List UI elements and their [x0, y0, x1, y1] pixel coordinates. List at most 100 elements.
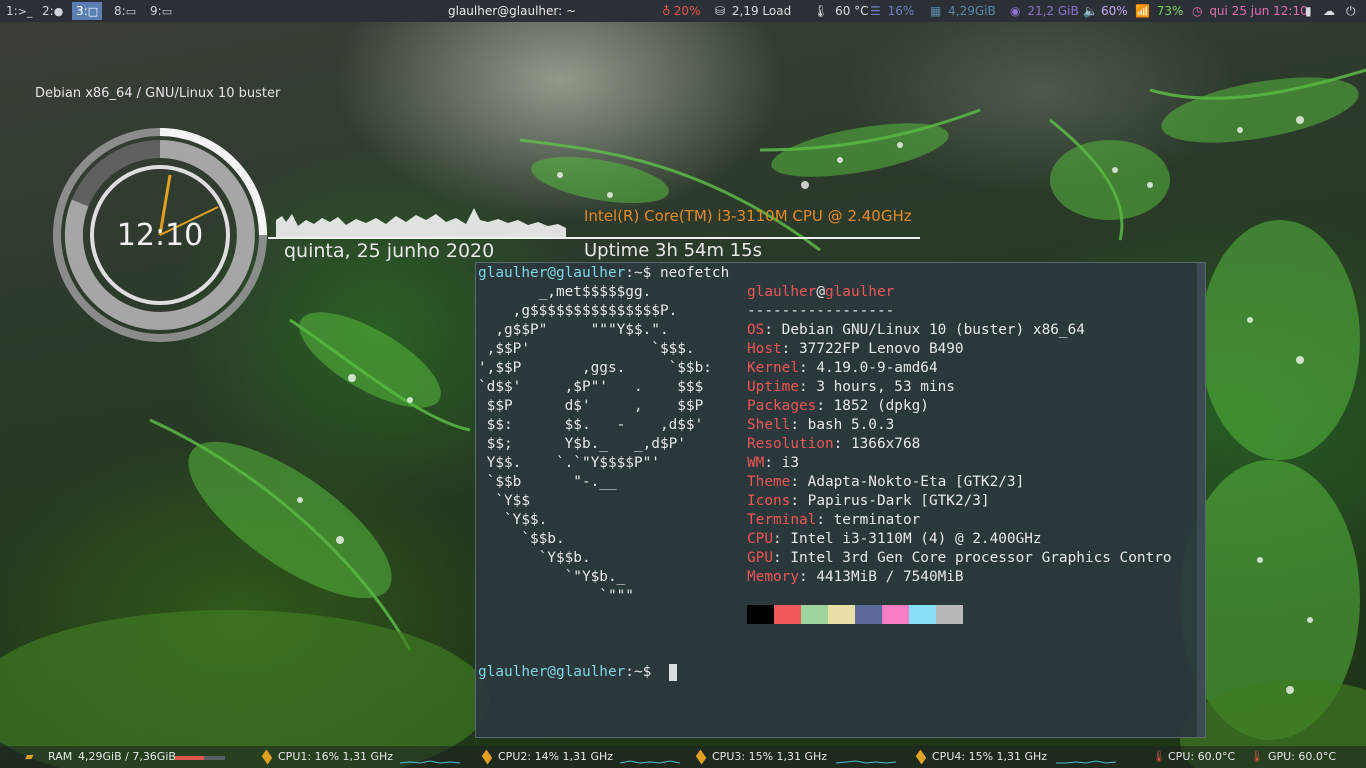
ascii-art-line: $$P d$' , $$P	[478, 398, 704, 414]
info-key: CPU	[747, 531, 773, 547]
info-key: GPU	[747, 550, 773, 566]
color-swatch	[801, 605, 828, 624]
ram-usage-value: 4,29GiB	[948, 4, 996, 18]
volume[interactable]: 🔈 60%	[1083, 0, 1128, 22]
info-row: Kernel: 4.19.0-9-amd64	[747, 359, 938, 378]
color-palette	[747, 605, 963, 624]
prompt-line[interactable]: glaulher@glaulher:~$	[478, 663, 660, 682]
info-key: OS	[747, 322, 765, 338]
command-line: glaulher@glaulher:~$ neofetch	[478, 264, 729, 283]
workspace-2[interactable]: 2:●	[38, 2, 67, 20]
info-user: glaulher	[747, 284, 817, 300]
info-key: WM	[747, 455, 765, 471]
cpu-usage: ♁ 20%	[662, 0, 700, 22]
info-key: Resolution	[747, 436, 834, 452]
conky-uptime: Uptime 3h 54m 15s	[584, 240, 763, 261]
clock-value: qui 25 jun 12:10	[1209, 4, 1308, 18]
info-value: bash 5.0.3	[807, 417, 895, 433]
ascii-art-line: `Y$$.	[478, 512, 548, 528]
wifi-value: 73%	[1156, 4, 1184, 18]
cpu2-graph	[620, 760, 680, 764]
battery-icon[interactable]: ▮	[1305, 0, 1312, 22]
prompt-user: glaulher@glaulher	[478, 265, 626, 281]
info-row: Uptime: 3 hours, 53 mins	[747, 378, 955, 397]
info-colon: :	[798, 360, 817, 376]
color-swatch	[855, 605, 882, 624]
cpu1-graph	[400, 760, 460, 764]
ascii-art-line: _,met$$$$$gg.	[478, 284, 652, 300]
color-swatch	[936, 605, 963, 624]
ascii-art-line: $$: $$. - ,d$$'	[478, 417, 704, 433]
info-row: Terminal: terminator	[747, 511, 920, 530]
cpu4-graph	[1056, 760, 1116, 764]
cpu-temp: CPU: 60.0°C	[1168, 750, 1236, 763]
info-colon: :	[773, 531, 791, 547]
color-swatch	[828, 605, 855, 624]
temperature: 🌡 60 °C	[813, 0, 869, 22]
color-swatch	[747, 605, 774, 624]
color-swatch	[774, 605, 801, 624]
info-key: Kernel	[747, 360, 799, 376]
wifi[interactable]: 📶 73%	[1135, 0, 1183, 22]
conky-cpu-model: Intel(R) Core(TM) i3-3110M CPU @ 2.40GHz	[584, 207, 912, 225]
info-row: Resolution: 1366x768	[747, 435, 920, 454]
info-value: 1366x768	[850, 436, 921, 452]
ascii-art-line: ',$$P ,ggs. `$$b:	[478, 360, 712, 376]
info-row: Theme: Adapta-Nokto-Eta [GTK2/3]	[747, 473, 1024, 492]
ascii-art-line: `Y$$	[478, 493, 530, 509]
workspace-number: 2:	[42, 4, 54, 18]
folder-open-icon: ▭	[161, 5, 173, 18]
info-row: Icons: Papirus-Dark [GTK2/3]	[747, 492, 990, 511]
info-key: Theme	[747, 474, 791, 490]
cpu3-graph	[836, 760, 896, 764]
workspace-3[interactable]: 3:□	[72, 2, 103, 20]
clock[interactable]: ◷ qui 25 jun 12:10	[1192, 0, 1308, 22]
ram-value: 4,29GiB / 7,36GiB	[78, 750, 176, 763]
info-value: 3 hours, 53 mins	[816, 379, 955, 395]
folder-open-icon: ▭	[125, 5, 137, 18]
thermometer-icon: 🌡	[1152, 750, 1166, 763]
workspace-number: 3:	[76, 4, 88, 18]
ram-usage: ▦ 4,29GiB	[930, 0, 996, 22]
terminal-window[interactable]: glaulher@glaulher:~$ neofetch _,met$$$$$…	[475, 262, 1206, 738]
workspace-1[interactable]: 1:>_	[2, 2, 36, 20]
terminal-scrollbar[interactable]	[1197, 263, 1205, 737]
cpu-icon	[915, 749, 927, 765]
load-value: 2,19 Load	[731, 4, 792, 18]
disk-usage-value: 16%	[887, 4, 915, 18]
ascii-art-line: Y$$. `.`"Y$$$$P"'	[478, 455, 660, 471]
info-colon: :	[798, 569, 817, 585]
swap-usage-value: 21,2 GiB	[1027, 4, 1079, 18]
ascii-art-line: ,g$$$$$$$$$$$$$$$P.	[478, 303, 678, 319]
info-value: terminator	[833, 512, 921, 528]
gpu-temp: GPU: 60.0°C	[1268, 750, 1337, 763]
workspace-8[interactable]: 8:▭	[110, 2, 140, 20]
cloud-icon[interactable]: ☁	[1323, 0, 1335, 22]
volume-value: 60%	[1100, 4, 1128, 18]
ascii-art-line: `$$b.	[478, 531, 565, 547]
cpu-icon	[261, 749, 273, 765]
power-icon[interactable]: ⏻	[1346, 0, 1356, 22]
info-key: Shell	[747, 417, 791, 433]
info-row: OS: Debian GNU/Linux 10 (buster) x86_64	[747, 321, 1085, 340]
info-separator: -----------------	[747, 303, 895, 319]
folder-icon: □	[87, 5, 99, 18]
cpu-icon	[695, 749, 707, 765]
info-header: glaulher@glaulher	[747, 283, 894, 302]
load-average: ⛁ 2,19 Load	[715, 0, 791, 22]
ascii-art-line: `"Y$b._	[478, 569, 626, 585]
browser-icon: ●	[53, 5, 64, 18]
ram-bar	[175, 756, 225, 760]
info-colon: :	[790, 493, 808, 509]
info-colon: :	[764, 455, 782, 471]
ram-icon: ▰	[25, 750, 34, 763]
info-value: Intel i3-3110M (4) @ 2.400GHz	[790, 531, 1042, 547]
ascii-art-line: `Y$$b.	[478, 550, 591, 566]
workspace-9[interactable]: 9:▭	[146, 2, 176, 20]
info-value: 4.19.0-9-amd64	[816, 360, 938, 376]
info-value: Papirus-Dark [GTK2/3]	[807, 493, 990, 509]
workspace-number: 1:	[6, 4, 18, 18]
ascii-art-line: `"""	[478, 588, 634, 604]
info-value: Adapta-Nokto-Eta [GTK2/3]	[807, 474, 1025, 490]
conky-audio-visualizer	[276, 208, 566, 238]
